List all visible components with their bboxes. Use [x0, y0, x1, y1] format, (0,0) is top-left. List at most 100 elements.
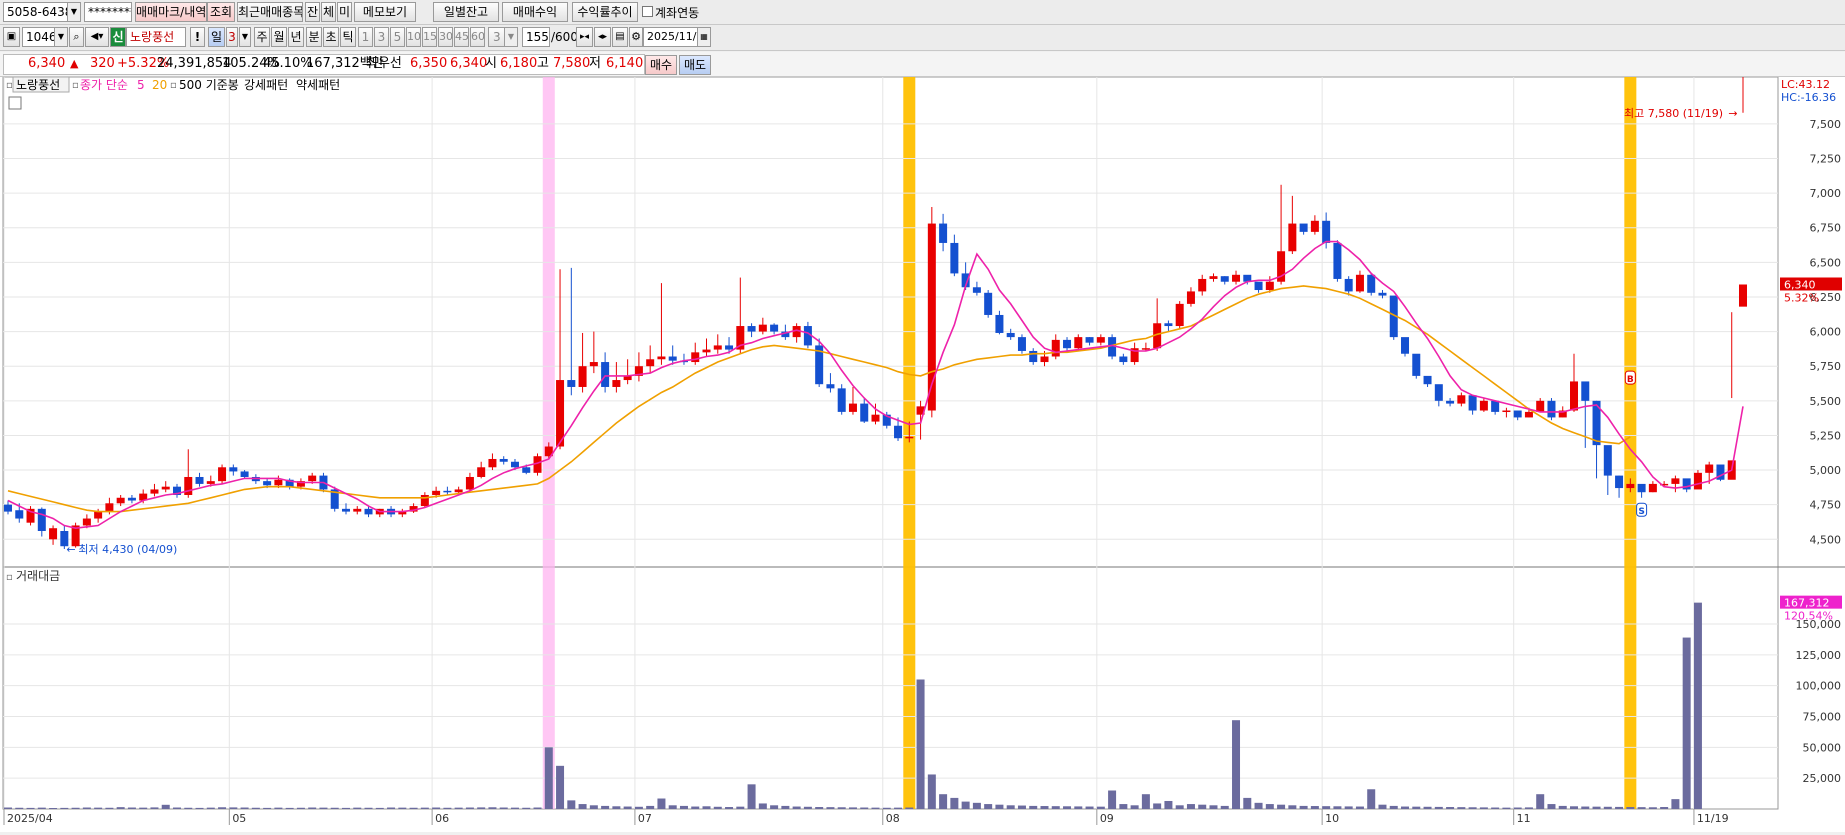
interval-1[interactable]: 1 — [358, 27, 373, 47]
candle-body — [1164, 323, 1173, 327]
volume-bar — [1333, 806, 1342, 809]
sell-button[interactable]: 매도 — [679, 55, 711, 75]
volume-bar — [172, 807, 181, 809]
volume-tag: 167,312 — [1784, 597, 1830, 610]
interval-45[interactable]: 45 — [454, 27, 469, 47]
volume-bar — [522, 807, 531, 809]
chevron-down-icon[interactable]: ▼ — [239, 27, 251, 47]
chart-area[interactable]: 7,500 7,250 7,000 6,750 6,500 6,250 6,000 5,750… — [0, 76, 1845, 832]
account-select[interactable]: 5058-6438 ▼ — [3, 2, 81, 22]
volume-bar — [105, 807, 114, 809]
chart-toolbar: ▣ 104620 ▼ ⌕ ◀▾ 신 노랑풍선 ! 일 3 ▼ 주 월 년 분 초… — [0, 25, 1845, 51]
interval-15[interactable]: 15 — [422, 27, 437, 47]
interval-30[interactable]: 30 — [438, 27, 453, 47]
volume-bar — [1141, 794, 1150, 809]
interval-10[interactable]: 10 — [406, 27, 421, 47]
volume-bar — [285, 807, 294, 809]
volume-bar — [770, 805, 779, 809]
account-number: 5058-6438 — [7, 5, 73, 19]
volume-bar — [803, 806, 812, 809]
volume-tick-label: 75,000 — [1803, 711, 1842, 724]
volume-bar — [1209, 805, 1218, 809]
tab-unexecuted[interactable]: 미 — [337, 2, 352, 22]
candle-body — [770, 324, 779, 332]
trade-profit-button[interactable]: 매매수익 — [502, 2, 568, 22]
candle-body — [49, 528, 58, 540]
calendar-icon[interactable]: ▦ — [697, 28, 710, 46]
volume-bar — [1051, 806, 1060, 809]
bar-count-input[interactable]: 155 — [522, 27, 550, 47]
legend-marker: ▫ — [6, 572, 13, 583]
save-icon[interactable]: ▤ — [612, 27, 628, 47]
volume-bar — [1457, 807, 1466, 809]
volume-bar — [127, 807, 136, 809]
period-month[interactable]: 월 — [271, 27, 287, 47]
volume-bar — [1581, 806, 1590, 809]
chevron-down-icon[interactable]: ▼ — [54, 28, 67, 46]
period-tick[interactable]: 틱 — [340, 27, 356, 47]
interval-60[interactable]: 60 — [470, 27, 485, 47]
period-week[interactable]: 주 — [254, 27, 270, 47]
buy-button[interactable]: 매수 — [645, 55, 677, 75]
candle-body — [848, 403, 857, 412]
alert-button[interactable]: ! — [190, 27, 205, 47]
volume-bar — [1491, 807, 1500, 809]
volume-bar — [1367, 789, 1376, 809]
x-tick-label: 09 — [1100, 812, 1114, 825]
account-link-checkbox[interactable] — [642, 6, 653, 17]
candle-body — [1344, 278, 1353, 292]
interval-3[interactable]: 3 — [374, 27, 389, 47]
period-number[interactable]: 3 — [226, 27, 238, 47]
period-day[interactable]: 일 — [208, 27, 225, 47]
volume-bar — [1175, 805, 1184, 809]
date-input[interactable]: 2025/11/19 ▦ — [643, 27, 711, 47]
chart-settings-icon[interactable]: ▣ — [3, 27, 20, 47]
interval-5[interactable]: 5 — [390, 27, 405, 47]
candle-body — [1220, 276, 1229, 282]
volume-tick-label: 125,000 — [1796, 649, 1842, 662]
low-label: 저 — [589, 56, 601, 71]
period-second[interactable]: 초 — [323, 27, 339, 47]
volume-bar — [1648, 807, 1657, 809]
volume-bar — [984, 804, 993, 809]
candle-body — [612, 380, 621, 387]
candle-body — [94, 511, 103, 519]
gear-icon[interactable]: ⚙ — [629, 27, 643, 47]
speaker-icon[interactable]: ◀▾ — [85, 27, 109, 47]
zoom-out-icon[interactable]: ◂▸ — [594, 27, 611, 47]
trade-mark-button[interactable]: 매매마크/내역 — [135, 2, 207, 22]
candle-body — [1513, 410, 1522, 418]
volume-bar — [668, 805, 677, 809]
query-button[interactable]: 조회 — [207, 2, 235, 22]
password-field[interactable]: ******** — [84, 2, 132, 22]
recent-trades-button[interactable]: 최근매매종목 — [237, 2, 303, 22]
return-trend-button[interactable]: 수익률추이 — [572, 2, 638, 22]
search-icon[interactable]: ⌕ — [69, 27, 84, 47]
price-tick-label: 6,500 — [1810, 256, 1842, 269]
tab-executed[interactable]: 체 — [321, 2, 336, 22]
candle-body — [567, 380, 576, 387]
ma5-legend: 5 — [137, 78, 145, 92]
zoom-in-icon[interactable]: ▸◂ — [576, 27, 593, 47]
stock-code-input[interactable]: 104620 ▼ — [22, 27, 68, 47]
stock-chart[interactable]: 7,5007,2507,0006,7506,5006,2506,0005,750… — [0, 76, 1845, 832]
period-minute[interactable]: 분 — [306, 27, 322, 47]
daily-balance-button[interactable]: 일별잔고 — [433, 2, 499, 22]
interval-select[interactable]: 3 ▼ — [488, 27, 518, 47]
ma-label: 종가 단순 — [80, 78, 128, 92]
period-year[interactable]: 년 — [288, 27, 304, 47]
volume-bar — [657, 798, 666, 809]
candle-body — [522, 467, 531, 473]
chevron-down-icon[interactable]: ▼ — [67, 3, 80, 21]
tab-balance[interactable]: 잔 — [305, 2, 320, 22]
candle-body — [195, 476, 204, 484]
memo-button[interactable]: 메모보기 — [354, 2, 416, 22]
stock-name-field[interactable]: 노랑풍선 — [126, 27, 186, 47]
price-tick-label: 5,250 — [1810, 429, 1842, 442]
candle-body — [1367, 274, 1376, 293]
volume-tick-label: 50,000 — [1803, 741, 1842, 754]
volume-bar — [995, 804, 1004, 809]
legend-marker: ▫ — [170, 80, 177, 91]
candle-body — [161, 486, 170, 490]
chevron-down-icon[interactable]: ▼ — [504, 28, 517, 46]
